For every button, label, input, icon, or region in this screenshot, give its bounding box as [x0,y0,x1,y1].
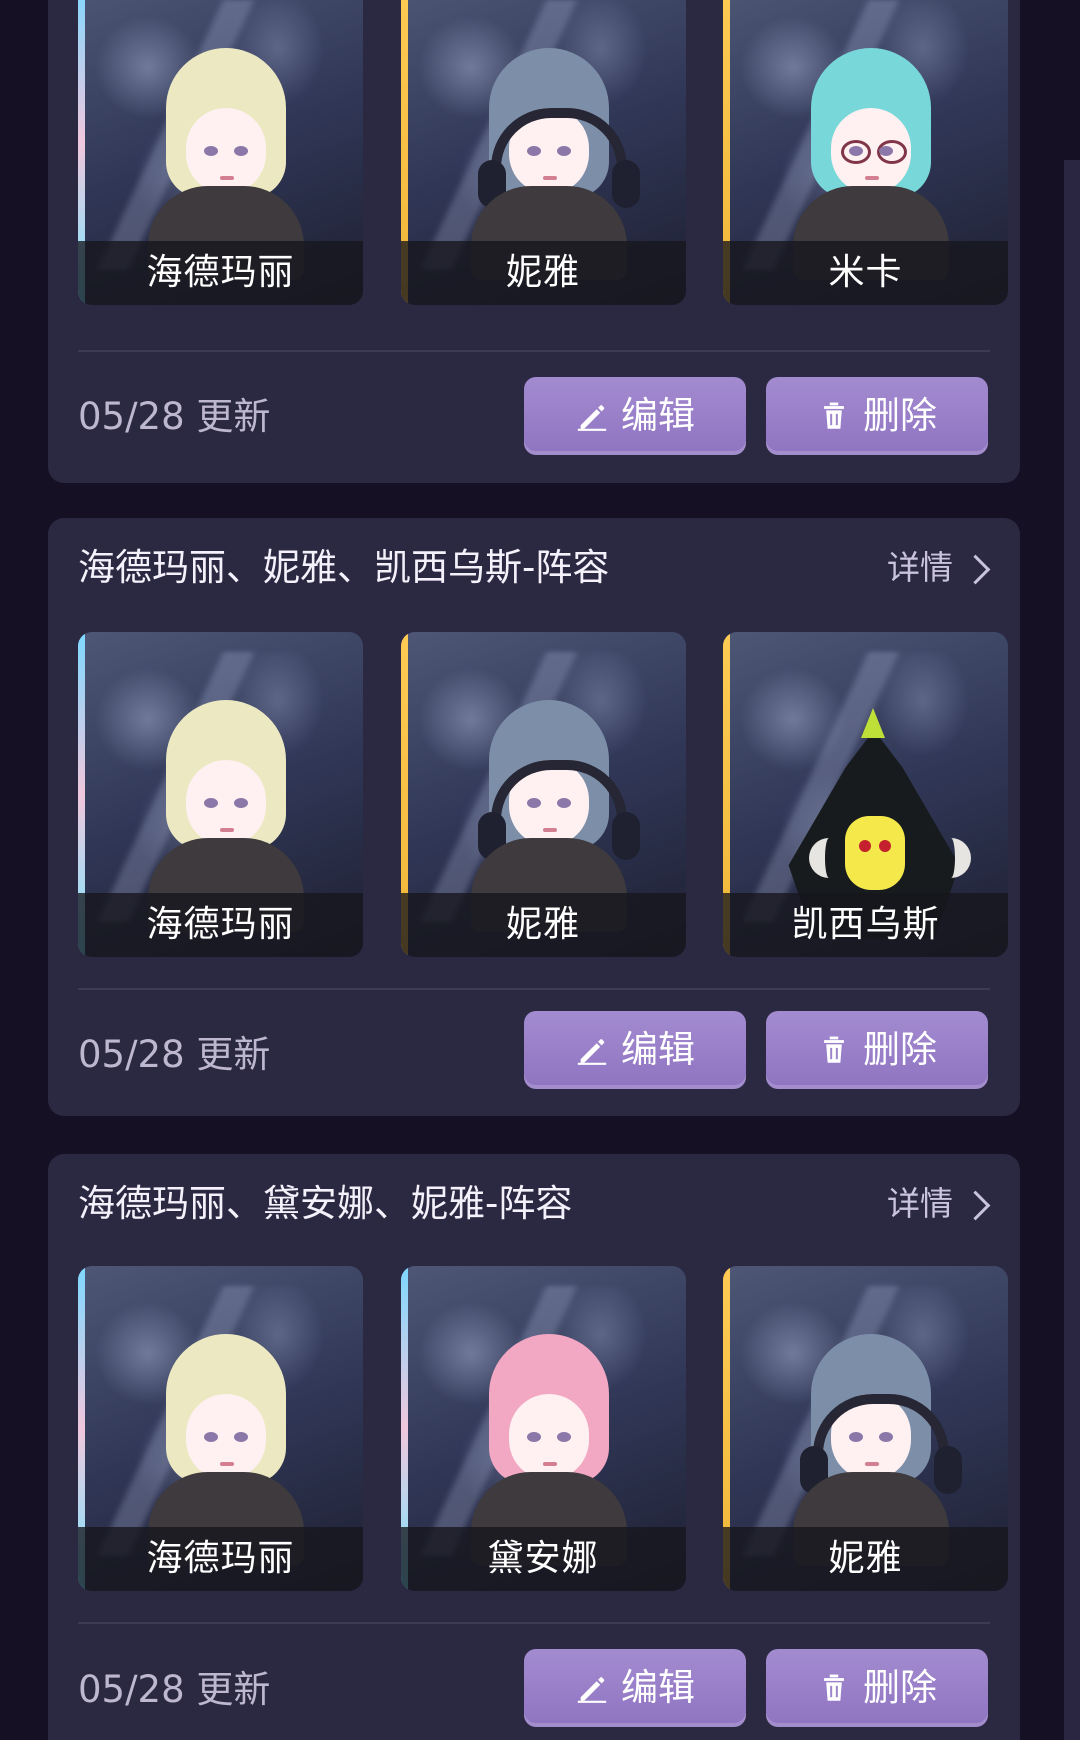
character-card-diana[interactable]: 黛安娜 [400,1266,686,1591]
edit-button[interactable]: 编辑 [524,1649,746,1727]
left-eye [204,798,218,808]
face-shape [186,760,266,846]
details-label: 详情 [887,1184,953,1223]
character-card-nia[interactable]: 妮雅 [723,1266,1008,1591]
left-eye [849,146,863,156]
mouth-shape [542,1462,557,1466]
lineup-title: 海德玛丽、妮雅、凯西乌斯-阵容 [78,546,610,589]
monster-spike [861,708,885,738]
face-shape [186,1394,266,1480]
skull-mask [845,816,905,890]
mouth-shape [220,176,234,180]
edit-button[interactable]: 编辑 [524,377,746,455]
character-card-cassius[interactable]: 凯西乌斯 [723,632,1008,957]
lineup-card: 海德玛丽、黛安娜、妮雅-阵容 详情 海德玛丽 黛安娜 妮雅 05/28 更新 编… [48,1154,1020,1740]
details-link[interactable]: 详情 [887,546,991,590]
character-name: 海德玛丽 [78,241,363,305]
character-name: 妮雅 [400,241,686,305]
card-divider [78,350,990,352]
details-link[interactable]: 详情 [887,1182,991,1226]
update-time: 05/28 更新 [78,1668,271,1711]
delete-label: 删除 [863,1666,937,1709]
left-eye [526,798,541,808]
character-card-nia[interactable]: 妮雅 [400,632,686,957]
character-name: 妮雅 [723,1527,1008,1591]
delete-label: 删除 [863,1028,937,1071]
chevron-right-icon [960,1190,991,1220]
pencil-icon [577,1039,607,1065]
trash-icon [824,402,844,429]
edit-label: 编辑 [621,1666,695,1709]
character-row: 海德玛丽 黛安娜 妮雅 [78,1266,1008,1591]
left-eye [849,1432,863,1442]
mouth-shape [865,1462,879,1466]
character-name: 海德玛丽 [78,1527,363,1591]
chevron-right-icon [960,554,991,584]
edit-label: 编辑 [621,394,695,437]
delete-button[interactable]: 删除 [766,1649,988,1727]
mouth-shape [542,828,557,832]
left-eye [204,146,218,156]
face-shape [508,1394,589,1480]
right-eye [234,1432,248,1442]
right-eye [556,146,571,156]
card-divider [78,1622,990,1624]
right-eye [234,798,248,808]
character-row: 海德玛丽 妮雅 [78,0,1008,305]
right-eye [879,146,893,156]
character-name: 海德玛丽 [78,893,363,957]
character-name: 凯西乌斯 [723,893,1008,957]
update-time: 05/28 更新 [78,395,271,438]
lineup-list-page: 海德玛丽 妮雅 米卡 05/28 更新 编辑 删除 海德玛丽、妮雅、凯西乌斯-阵… [0,0,1080,1740]
edit-label: 编辑 [621,1028,695,1071]
trash-icon [824,1674,844,1701]
details-label: 详情 [887,548,953,587]
right-eye [879,1432,893,1442]
trash-icon [824,1036,844,1063]
character-name: 妮雅 [400,893,686,957]
mouth-shape [220,828,234,832]
character-card-nia[interactable]: 妮雅 [400,0,686,305]
delete-label: 删除 [863,394,937,437]
delete-button[interactable]: 删除 [766,1011,988,1089]
card-divider [78,988,990,990]
right-eye [234,146,248,156]
character-card-heidemarie[interactable]: 海德玛丽 [78,1266,363,1591]
delete-button[interactable]: 删除 [766,377,988,455]
character-name: 黛安娜 [400,1527,686,1591]
character-card-mika[interactable]: 米卡 [723,0,1008,305]
mouth-shape [220,1462,234,1466]
character-row: 海德玛丽 妮雅 [78,632,1008,957]
left-eye [526,146,541,156]
character-card-heidemarie[interactable]: 海德玛丽 [78,632,363,957]
face-shape [186,108,266,194]
mouth-shape [865,176,879,180]
right-eye [556,798,571,808]
update-time: 05/28 更新 [78,1033,271,1076]
mouth-shape [542,176,557,180]
right-eye [556,1432,571,1442]
pencil-icon [577,405,607,431]
scrollbar[interactable] [1064,160,1080,1740]
lineup-card: 海德玛丽 妮雅 米卡 05/28 更新 编辑 删除 [48,0,1020,483]
pencil-icon [577,1677,607,1703]
character-card-heidemarie[interactable]: 海德玛丽 [78,0,363,305]
edit-button[interactable]: 编辑 [524,1011,746,1089]
left-eye [526,1432,541,1442]
left-eye [204,1432,218,1442]
lineup-title: 海德玛丽、黛安娜、妮雅-阵容 [78,1182,573,1225]
lineup-card: 海德玛丽、妮雅、凯西乌斯-阵容 详情 海德玛丽 妮雅 凯西乌斯 05/28 更新… [48,518,1020,1116]
character-name: 米卡 [723,241,1008,305]
